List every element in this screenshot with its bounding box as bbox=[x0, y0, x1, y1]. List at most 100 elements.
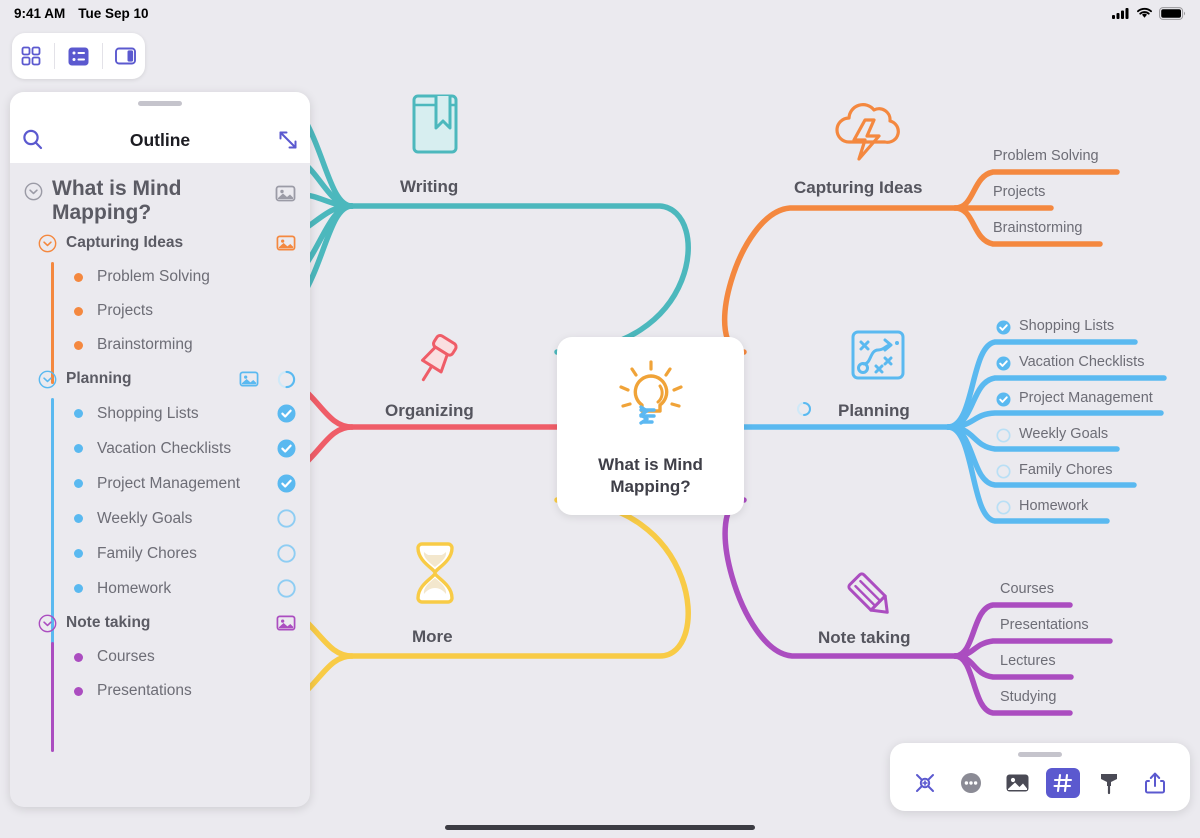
bullet-dot bbox=[74, 409, 83, 419]
chevron-down-icon[interactable] bbox=[38, 370, 57, 389]
outline-item-projects[interactable]: Projects bbox=[10, 294, 310, 328]
outline-group-note-taking: Note taking Courses Presentations bbox=[10, 606, 310, 753]
outline-item-label[interactable]: Projects bbox=[97, 302, 296, 320]
sub-label-lectures[interactable]: Lectures bbox=[1000, 653, 1056, 669]
sub-label-homework[interactable]: Homework bbox=[1019, 498, 1088, 514]
outline-item-label[interactable]: Brainstorming bbox=[97, 336, 296, 354]
pencil-icon bbox=[840, 565, 902, 632]
map-checkbox-vacation-checklists[interactable] bbox=[996, 356, 1011, 376]
hourglass-icon bbox=[408, 538, 462, 613]
sub-label-courses[interactable]: Courses bbox=[1000, 581, 1054, 597]
outline-item-weekly-goals[interactable]: Weekly Goals bbox=[10, 501, 310, 536]
sub-label-presentations[interactable]: Presentations bbox=[1000, 617, 1089, 633]
outline-item-label[interactable]: Homework bbox=[97, 580, 277, 598]
branch-label-capturing-ideas[interactable]: Capturing Ideas bbox=[794, 178, 922, 198]
sub-label-studying[interactable]: Studying bbox=[1000, 689, 1056, 705]
image-badge-icon[interactable] bbox=[239, 369, 259, 389]
bullet-dot bbox=[74, 686, 83, 696]
outline-panel-header: Outline bbox=[10, 92, 310, 163]
brush-icon bbox=[1101, 774, 1117, 795]
outline-item-courses[interactable]: Courses bbox=[10, 640, 310, 674]
sub-label-projects[interactable]: Projects bbox=[993, 184, 1045, 200]
checkbox-unchecked-icon[interactable] bbox=[277, 509, 296, 528]
outline-root-row[interactable]: What is Mind Mapping? bbox=[10, 173, 310, 226]
image-badge-icon[interactable] bbox=[275, 183, 296, 204]
outline-item-shopping-lists[interactable]: Shopping Lists bbox=[10, 396, 310, 431]
image-badge-icon[interactable] bbox=[276, 613, 296, 633]
map-checkbox-weekly-goals[interactable] bbox=[996, 428, 1011, 448]
checkbox-checked-icon[interactable] bbox=[277, 439, 296, 458]
lightbulb-icon bbox=[618, 359, 683, 425]
outline-item-project-management[interactable]: Project Management bbox=[10, 466, 310, 501]
outline-list[interactable]: What is Mind Mapping? Capturing Ideas Pr… bbox=[10, 163, 310, 807]
add-node-button[interactable] bbox=[908, 768, 942, 798]
ellipsis-circle-icon bbox=[961, 773, 981, 793]
map-checkbox-shopping-lists[interactable] bbox=[996, 320, 1011, 340]
branch-label-writing[interactable]: Writing bbox=[400, 177, 458, 197]
outline-item-label[interactable]: Project Management bbox=[97, 475, 277, 493]
sub-label-brainstorming[interactable]: Brainstorming bbox=[993, 220, 1082, 236]
outline-item-label[interactable]: Family Chores bbox=[97, 545, 277, 563]
center-node[interactable]: What is Mind Mapping? bbox=[557, 337, 744, 515]
outline-item-presentations[interactable]: Presentations bbox=[10, 674, 310, 708]
more-options-button[interactable] bbox=[954, 768, 988, 798]
brainstorm-cloud-icon bbox=[827, 98, 905, 169]
outline-item-brainstorming[interactable]: Brainstorming bbox=[10, 328, 310, 362]
outline-item-vacation-checklists[interactable]: Vacation Checklists bbox=[10, 431, 310, 466]
branch-label-note-taking[interactable]: Note taking bbox=[818, 628, 911, 648]
outline-item-family-chores[interactable]: Family Chores bbox=[10, 536, 310, 571]
progress-ring-icon bbox=[277, 370, 296, 388]
checkbox-checked-icon[interactable] bbox=[277, 474, 296, 493]
style-brush-button[interactable] bbox=[1092, 768, 1126, 798]
panel-drag-handle[interactable] bbox=[138, 101, 182, 106]
branch-label-organizing[interactable]: Organizing bbox=[385, 401, 474, 421]
outline-branch-capturing-ideas[interactable]: Capturing Ideas bbox=[10, 226, 310, 260]
bullet-dot bbox=[74, 479, 83, 489]
checkbox-unchecked-icon[interactable] bbox=[277, 544, 296, 563]
chevron-down-icon[interactable] bbox=[24, 182, 43, 201]
outline-item-label[interactable]: Shopping Lists bbox=[97, 405, 277, 423]
chevron-down-icon[interactable] bbox=[38, 234, 57, 253]
outline-item-label[interactable]: Weekly Goals bbox=[97, 510, 277, 528]
outline-group-planning: Planning Shopping Lists Vacation Checkli… bbox=[10, 362, 310, 645]
image-badge-icon[interactable] bbox=[276, 233, 296, 253]
sub-label-project-management[interactable]: Project Management bbox=[1019, 390, 1153, 406]
outline-search-button[interactable] bbox=[10, 128, 54, 151]
tags-button[interactable] bbox=[1046, 768, 1080, 798]
outline-branch-note-taking[interactable]: Note taking bbox=[10, 606, 310, 640]
outline-group-capturing-ideas: Capturing Ideas Problem Solving Projects… bbox=[10, 226, 310, 385]
share-button[interactable] bbox=[1138, 768, 1172, 798]
search-icon bbox=[22, 129, 42, 150]
outline-expand-button[interactable] bbox=[266, 129, 310, 151]
outline-branch-planning[interactable]: Planning bbox=[10, 362, 310, 396]
hashtag-icon bbox=[1053, 773, 1073, 793]
branch-label-more[interactable]: More bbox=[412, 627, 453, 647]
sub-label-family-chores[interactable]: Family Chores bbox=[1019, 462, 1112, 478]
outline-item-homework[interactable]: Homework bbox=[10, 571, 310, 606]
bullet-dot bbox=[74, 340, 83, 350]
branch-label-planning[interactable]: Planning bbox=[838, 401, 910, 421]
outline-item-label[interactable]: Vacation Checklists bbox=[97, 440, 277, 458]
checkbox-unchecked-icon[interactable] bbox=[277, 579, 296, 598]
outline-branch-label[interactable]: Note taking bbox=[66, 614, 276, 632]
map-checkbox-family-chores[interactable] bbox=[996, 464, 1011, 484]
outline-item-problem-solving[interactable]: Problem Solving bbox=[10, 260, 310, 294]
outline-item-label[interactable]: Presentations bbox=[97, 682, 296, 700]
outline-item-label[interactable]: Problem Solving bbox=[97, 268, 296, 286]
outline-branch-label[interactable]: Planning bbox=[66, 370, 239, 388]
outline-item-label[interactable]: Courses bbox=[97, 648, 296, 666]
outline-branch-label[interactable]: Capturing Ideas bbox=[66, 234, 276, 252]
pushpin-icon bbox=[404, 330, 466, 397]
sub-label-shopping-lists[interactable]: Shopping Lists bbox=[1019, 318, 1114, 334]
sub-label-vacation-checklists[interactable]: Vacation Checklists bbox=[1019, 354, 1144, 370]
sub-label-weekly-goals[interactable]: Weekly Goals bbox=[1019, 426, 1108, 442]
insert-image-button[interactable] bbox=[1000, 768, 1034, 798]
toolbar-drag-handle[interactable] bbox=[1018, 752, 1062, 757]
outline-root-label[interactable]: What is Mind Mapping? bbox=[52, 177, 275, 224]
chevron-down-icon[interactable] bbox=[38, 614, 57, 633]
checkbox-checked-icon[interactable] bbox=[277, 404, 296, 423]
bullet-dot bbox=[74, 584, 83, 594]
sub-label-problem-solving[interactable]: Problem Solving bbox=[993, 148, 1099, 164]
map-checkbox-homework[interactable] bbox=[996, 500, 1011, 520]
map-checkbox-project-management[interactable] bbox=[996, 392, 1011, 412]
